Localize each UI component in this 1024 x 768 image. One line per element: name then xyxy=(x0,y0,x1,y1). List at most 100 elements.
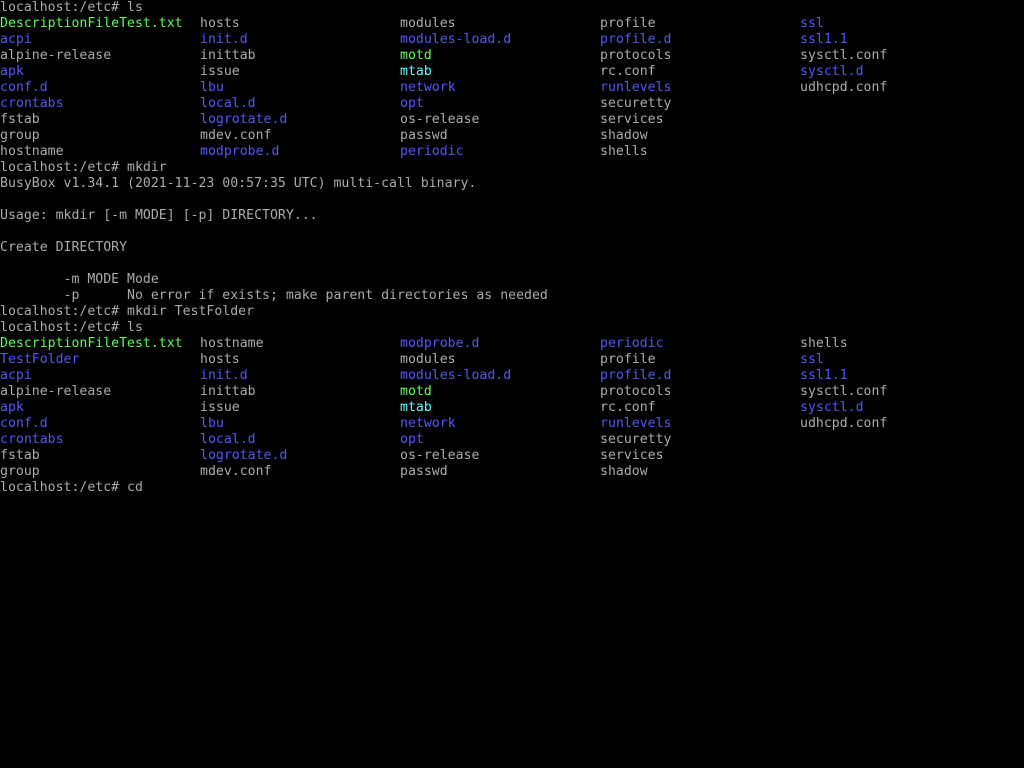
output-line: Usage: mkdir [-m MODE] [-p] DIRECTORY... xyxy=(0,208,318,223)
listing-row: conf.d lbu network runlevels udhcpd.conf xyxy=(0,416,1024,432)
listing-row: hostname modprobe.d periodic shells xyxy=(0,144,1024,160)
directory-listing: DescriptionFileTest.txt hostname modprobe.… xyxy=(0,336,1024,480)
listing-entry: shadow xyxy=(600,128,648,143)
output-line: -m MODE Mode xyxy=(0,272,159,287)
listing-entry: securetty xyxy=(600,432,672,447)
listing-row: crontabs local.d opt securetty xyxy=(0,432,1024,448)
listing-entry: DescriptionFileTest.txt xyxy=(0,336,183,351)
listing-entry: mtab xyxy=(400,400,432,415)
listing-entry: protocols xyxy=(600,384,672,399)
listing-entry xyxy=(800,96,1000,112)
listing-entry: network xyxy=(400,80,456,95)
listing-entry: group xyxy=(0,128,40,143)
terminal-screen[interactable]: localhost:/etc# ls DescriptionFileTest.t… xyxy=(0,0,1024,768)
listing-entry: logrotate.d xyxy=(200,112,288,127)
listing-entry: fstab xyxy=(0,112,40,127)
listing-entry: issue xyxy=(200,400,240,415)
listing-row: DescriptionFileTest.txt hosts modules profi… xyxy=(0,16,1024,32)
listing-row: group mdev.conf passwd shadow xyxy=(0,464,1024,480)
listing-entry: profile xyxy=(600,16,656,31)
listing-entry: fstab xyxy=(0,448,40,463)
listing-entry: rc.conf xyxy=(600,400,656,415)
listing-entry: lbu xyxy=(200,80,224,95)
listing-entry: mtab xyxy=(400,64,432,79)
listing-row: acpi init.d modules-load.d profile.d ssl1.1 xyxy=(0,368,1024,384)
listing-entry: sysctl.conf xyxy=(800,48,888,63)
active-command-line[interactable]: localhost:/etc# cd xyxy=(0,480,1024,496)
listing-entry: logrotate.d xyxy=(200,448,288,463)
listing-entry: local.d xyxy=(200,96,256,111)
listing-entry: os-release xyxy=(400,448,480,463)
command-line: localhost:/etc# ls xyxy=(0,0,143,15)
listing-entry: hostname xyxy=(200,336,264,351)
listing-entry: shells xyxy=(800,336,848,351)
text-cursor xyxy=(143,480,151,496)
listing-entry xyxy=(800,112,1000,128)
listing-entry: sysctl.d xyxy=(800,64,864,79)
prompt-input: localhost:/etc# cd xyxy=(0,480,143,495)
listing-entry: issue xyxy=(200,64,240,79)
listing-entry: ssl1.1 xyxy=(800,32,848,47)
listing-entry: ssl xyxy=(800,16,824,31)
output-line: -p No error if exists; make parent direc… xyxy=(0,288,548,303)
listing-entry: profile.d xyxy=(600,368,672,383)
listing-entry: sysctl.conf xyxy=(800,384,888,399)
listing-entry: init.d xyxy=(200,368,248,383)
listing-entry: inittab xyxy=(200,384,256,399)
listing-entry: passwd xyxy=(400,464,448,479)
listing-entry: modprobe.d xyxy=(200,144,280,159)
listing-row: alpine-release inittab motd protocols sysctl… xyxy=(0,384,1024,400)
listing-entry: local.d xyxy=(200,432,256,447)
listing-entry: alpine-release xyxy=(0,384,112,399)
listing-entry: alpine-release xyxy=(0,48,112,63)
listing-entry: runlevels xyxy=(600,416,672,431)
listing-row: conf.d lbu network runlevels udhcpd.conf xyxy=(0,80,1024,96)
listing-entry: services xyxy=(600,112,664,127)
listing-entry: profile xyxy=(600,352,656,367)
listing-entry: modprobe.d xyxy=(400,336,480,351)
listing-row: group mdev.conf passwd shadow xyxy=(0,128,1024,144)
listing-entry: conf.d xyxy=(0,416,48,431)
listing-entry: rc.conf xyxy=(600,64,656,79)
listing-entry xyxy=(800,128,1000,144)
listing-entry: DescriptionFileTest.txt xyxy=(0,16,183,31)
listing-entry: apk xyxy=(0,64,24,79)
command-output: BusyBox v1.34.1 (2021-11-23 00:57:35 UTC… xyxy=(0,176,1024,304)
listing-entry: conf.d xyxy=(0,80,48,95)
command-line: localhost:/etc# mkdir xyxy=(0,160,167,175)
listing-entry: services xyxy=(600,448,664,463)
listing-entry: shells xyxy=(600,144,648,159)
listing-entry: crontabs xyxy=(0,96,64,111)
listing-entry: motd xyxy=(400,384,432,399)
listing-entry: apk xyxy=(0,400,24,415)
listing-entry: acpi xyxy=(0,368,32,383)
listing-entry: hosts xyxy=(200,352,240,367)
listing-entry xyxy=(800,432,1000,448)
listing-entry: hosts xyxy=(200,16,240,31)
listing-entry: opt xyxy=(400,96,424,111)
listing-row: apk issue mtab rc.conf sysctl.d xyxy=(0,64,1024,80)
listing-entry: sysctl.d xyxy=(800,400,864,415)
listing-row: fstab logrotate.d os-release services xyxy=(0,112,1024,128)
listing-row: TestFolder hosts modules profile ssl xyxy=(0,352,1024,368)
listing-entry: periodic xyxy=(600,336,664,351)
listing-row: crontabs local.d opt securetty xyxy=(0,96,1024,112)
listing-entry: TestFolder xyxy=(0,352,80,367)
listing-row: DescriptionFileTest.txt hostname modprobe.… xyxy=(0,336,1024,352)
listing-entry: motd xyxy=(400,48,432,63)
listing-entry: hostname xyxy=(0,144,64,159)
listing-entry: network xyxy=(400,416,456,431)
listing-entry: profile.d xyxy=(600,32,672,47)
listing-entry: passwd xyxy=(400,128,448,143)
listing-entry: securetty xyxy=(600,96,672,111)
listing-entry: ssl xyxy=(800,352,824,367)
listing-entry: opt xyxy=(400,432,424,447)
listing-entry: lbu xyxy=(200,416,224,431)
listing-entry: group xyxy=(0,464,40,479)
listing-entry: mdev.conf xyxy=(200,128,272,143)
listing-entry: init.d xyxy=(200,32,248,47)
output-line: BusyBox v1.34.1 (2021-11-23 00:57:35 UTC… xyxy=(0,176,477,191)
listing-entry: mdev.conf xyxy=(200,464,272,479)
